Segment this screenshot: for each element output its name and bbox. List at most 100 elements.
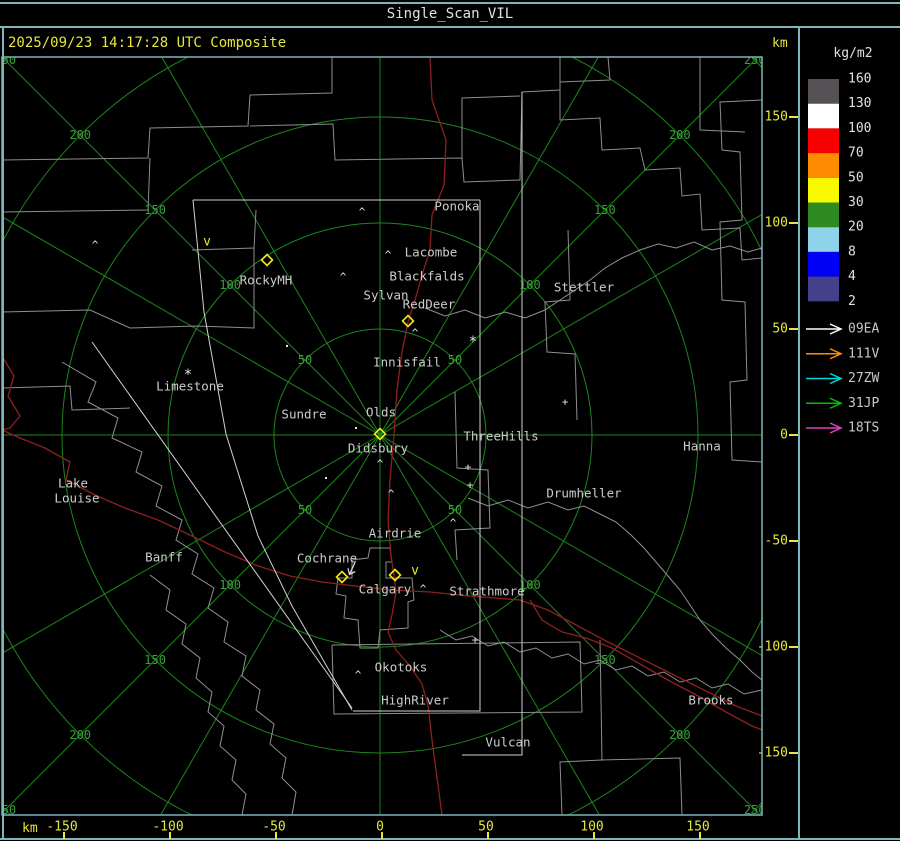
y-axis-label: 50 [772,322,788,337]
city-label: Blackfalds [389,269,464,284]
plus-marker: + [465,461,472,474]
county-boundary [2,248,255,329]
county-boundary [719,99,762,463]
legend-value-label: 30 [848,195,864,210]
city-label: Innisfail [373,355,441,370]
dot-marker [355,427,357,429]
city-label: Vulcan [485,735,530,750]
legend-value-label: 20 [848,220,864,235]
x-axis-label: 50 [478,820,494,835]
y-axis-label: -100 [757,640,788,655]
dot-marker [325,477,327,479]
county-boundary [559,57,762,261]
legend-color-swatch [808,153,839,178]
city-label: Ponoka [434,199,479,214]
city-label: Okotoks [375,660,428,675]
highway [2,355,21,431]
legend-value-label: 50 [848,170,864,185]
scan-sector-outline [462,92,523,756]
ring-distance-label: 200 [669,128,691,142]
range-ring [2,57,762,815]
county-boundary [599,757,683,815]
legend-color-swatch [808,103,839,129]
town-caret-marker: ^ [359,206,366,219]
dot-marker [286,345,288,347]
y-axis-label: -50 [765,534,788,549]
city-label: Airdrie [369,526,422,541]
legend-value-label: 130 [848,96,871,111]
city-label: Calgary [359,582,412,597]
city-label: Louise [54,491,99,506]
town-caret-marker: ^ [92,239,99,252]
town-caret-marker: ^ [412,327,419,340]
asterisk-marker: * [184,367,192,383]
city-label: Strathmore [449,584,524,599]
radial-spoke [379,434,762,657]
legend-color-swatch [808,251,839,277]
ring-distance-label: 50 [298,503,312,517]
legend-color-swatch [808,177,839,203]
x-axis-label: 150 [686,820,709,835]
city-label: ThreeHills [463,429,538,444]
city-label: Didsbury [348,441,409,456]
town-caret-marker: ^ [385,249,392,262]
legend-color-swatch [808,128,839,154]
legend-value-label: 70 [848,146,864,161]
county-boundary [699,57,746,133]
city-label: Stettler [554,280,615,295]
city-label: Sundre [281,407,326,422]
radial-spoke [161,57,381,436]
county-boundary [2,385,131,411]
city-label: Lacombe [405,245,458,260]
ring-distance-label: 50 [448,353,462,367]
county-boundary [2,57,333,161]
plus-marker: + [562,396,569,409]
storm-track-label: 09EA [848,322,879,337]
city-label: Cochrane [297,551,357,566]
scan-sector-outline [91,341,353,709]
ring-distance-label: 150 [144,203,166,217]
ring-distance-label: 100 [219,578,241,592]
y-axis-label: 0 [780,428,788,443]
storm-cell-diamond [335,570,349,584]
ring-distance-label: 200 [669,728,691,742]
ring-distance-label: 150 [144,653,166,667]
town-caret-marker: ^ [388,488,395,501]
town-caret-marker: ^ [450,517,457,530]
storm-track-label: 31JP [848,396,879,411]
ring-distance-label: 200 [69,128,91,142]
radial-spoke [379,57,759,436]
city-label: Drumheller [546,486,622,501]
city-label: RedDeer [403,297,456,312]
city-label: Brooks [688,693,733,708]
ring-distance-label: 150 [594,653,616,667]
ring-distance-label: 200 [69,728,91,742]
town-caret-marker: ^ [340,271,347,284]
city-label: Lake [58,476,88,491]
city-label: RockyMH [240,273,293,288]
ring-distance-label: 150 [594,203,616,217]
legend-color-swatch [808,227,839,252]
city-label: Olds [366,405,396,420]
ring-distance-label: 50 [448,503,462,517]
town-caret-marker: ^ [377,458,384,471]
legend-color-swatch [808,276,839,302]
storm-track-label: 27ZW [848,371,879,386]
ring-distance-label: 100 [219,278,241,292]
legend-value-label: 8 [848,244,856,259]
asterisk-marker: * [469,334,477,350]
plus-marker: + [467,479,474,492]
legend-value-label: 100 [848,121,871,136]
x-axis-label: -100 [152,820,183,835]
county-boundary [249,57,561,183]
town-caret-marker: ^ [355,669,362,682]
storm-track-label: 111V [848,346,879,361]
storm-track-label: 18TS [848,421,879,436]
county-boundary [191,209,257,251]
radar-app-window: Single_Scan_VIL 2025/09/23 14:17:28 UTC … [0,0,900,841]
county-boundary [461,95,521,158]
legend-color-swatch [808,79,839,104]
radial-spoke [379,57,599,436]
legend-value-label: 4 [848,269,856,284]
town-caret-marker: ^ [420,583,427,596]
